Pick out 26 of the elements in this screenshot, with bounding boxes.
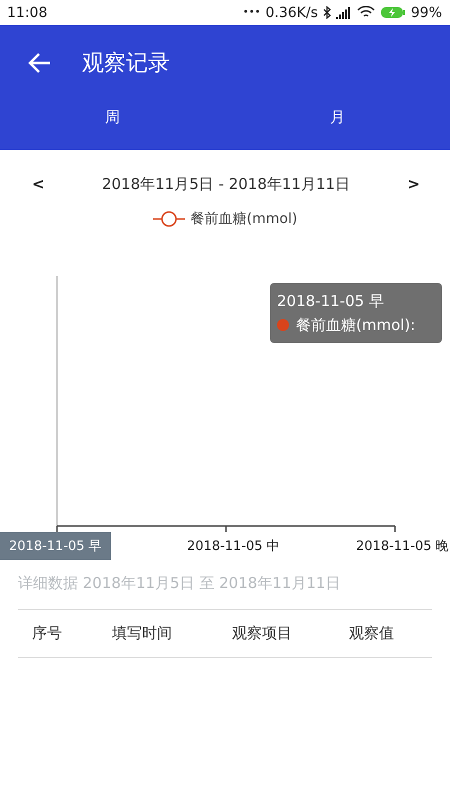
axis-label: 2018-11-05 晚 (355, 538, 450, 556)
period-tab[interactable]: 月 (225, 104, 450, 131)
page-title: 观察记录 (82, 50, 170, 78)
legend-label: 餐前血糖(mmol) (190, 210, 298, 228)
battery-level: 99% (410, 4, 442, 20)
period-tab[interactable]: 周 (0, 104, 225, 131)
wifi-icon (356, 6, 375, 19)
column-header: 观察值 (349, 624, 395, 643)
date-range: 2018年11月5日 - 2018年11月11日 (102, 174, 350, 194)
axis-label: 2018-11-05 早 (0, 532, 111, 560)
column-header: 观察项目 (232, 624, 293, 643)
battery-icon (380, 6, 406, 19)
more-dots: ••• (242, 7, 260, 18)
tooltip-series: 餐前血糖(mmol): (296, 315, 416, 336)
network-speed: 0.36K/s (266, 4, 318, 20)
tooltip-title: 2018-11-05 早 (277, 292, 384, 310)
bluetooth-icon (322, 6, 331, 19)
status-time: 11:08 (7, 4, 48, 20)
detail-caption: 详细数据 2018年11月5日 至 2018年11月11日 (17, 573, 342, 594)
axis-label: 2018-11-05 中 (186, 538, 281, 556)
column-header: 填写时间 (112, 624, 173, 643)
next-button[interactable]: > (407, 175, 420, 193)
previous-button[interactable]: < (32, 175, 45, 193)
signal-icon (336, 6, 352, 18)
column-header: 序号 (32, 624, 63, 643)
back-arrow-icon[interactable] (28, 52, 52, 74)
